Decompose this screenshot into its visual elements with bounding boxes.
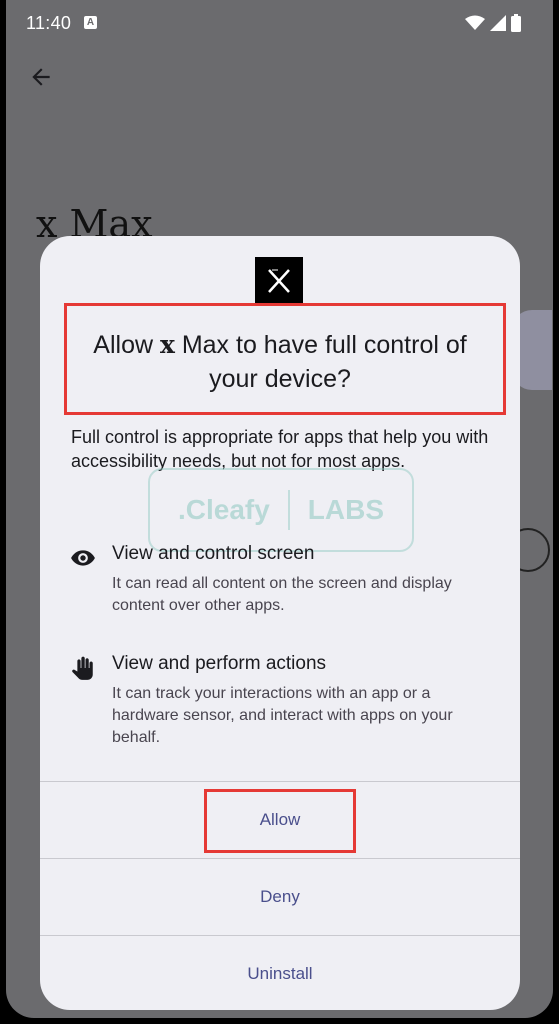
- status-bar: 11:40 A: [6, 0, 553, 46]
- allow-highlight-box: [204, 789, 356, 853]
- x-logo-icon: [268, 269, 290, 293]
- arrow-back-icon[interactable]: [28, 64, 54, 90]
- hand-icon: [72, 656, 93, 680]
- a-notification-icon: A: [84, 16, 97, 29]
- title-highlight-box: [64, 303, 506, 415]
- permission-dialog: Allow x Max to have full control of your…: [40, 236, 520, 1010]
- watermark-left: .Cleafy: [177, 494, 270, 525]
- watermark-divider: [287, 490, 290, 530]
- status-icons: [465, 14, 521, 32]
- uninstall-button[interactable]: Uninstall: [40, 935, 520, 1010]
- signal-icon: [490, 15, 506, 31]
- permission-title: View and control screen: [112, 543, 315, 564]
- deny-button[interactable]: Deny: [40, 858, 520, 935]
- permission-title: View and perform actions: [112, 653, 327, 674]
- battery-icon: [511, 14, 521, 32]
- watermark: .Cleafy LABS: [148, 468, 414, 552]
- permission-description: It can track your interactions with an a…: [112, 685, 453, 746]
- status-time: 11:40: [26, 13, 72, 33]
- app-icon: [255, 257, 303, 305]
- eye-icon: [71, 550, 95, 566]
- watermark-right: LABS: [307, 494, 385, 525]
- dialog-description: Full control is appropriate for apps tha…: [71, 427, 489, 471]
- phone-screen: 11:40 A x Max Allow x Max to have full c…: [6, 0, 553, 1018]
- permission-description: It can read all content on the screen an…: [112, 575, 452, 614]
- wifi-icon: [465, 15, 485, 30]
